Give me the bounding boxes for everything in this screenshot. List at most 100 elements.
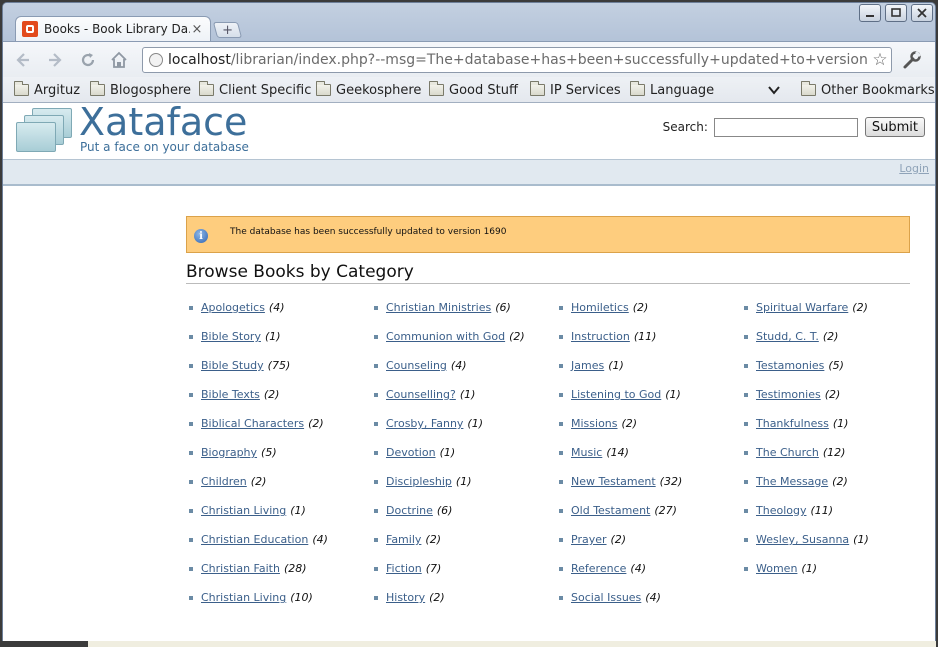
category-link[interactable]: Biography	[201, 446, 257, 459]
category-item: Social Issues (4)	[559, 591, 661, 604]
category-link[interactable]: Discipleship	[386, 475, 452, 488]
category-count: (28)	[283, 562, 307, 575]
bookmark-folder[interactable]: Blogosphere	[90, 81, 191, 99]
category-link[interactable]: Fiction	[386, 562, 422, 575]
chevron-down-icon[interactable]	[767, 83, 781, 97]
category-link[interactable]: Devotion	[386, 446, 436, 459]
reload-button[interactable]	[76, 49, 100, 71]
folder-icon	[14, 81, 29, 96]
bookmark-folder[interactable]: Language	[630, 81, 714, 99]
bookmark-folder[interactable]: IP Services	[530, 81, 621, 99]
folder-icon	[801, 81, 816, 96]
logo-text: Xataface	[79, 103, 248, 144]
category-link[interactable]: Thankfulness	[756, 417, 829, 430]
bookmark-folder-other[interactable]: Other Bookmarks	[801, 81, 935, 99]
category-link[interactable]: New Testament	[571, 475, 656, 488]
heading-divider	[186, 283, 910, 284]
tab-close-icon[interactable]: ×	[190, 22, 204, 37]
bullet-icon	[374, 450, 378, 455]
bookmark-folder[interactable]: Geekosphere	[316, 81, 421, 99]
bullet-icon	[559, 537, 563, 542]
back-arrow-icon	[16, 53, 29, 67]
category-link[interactable]: Music	[571, 446, 602, 459]
folder-icon	[630, 81, 645, 96]
reload-icon	[81, 53, 95, 67]
category-link[interactable]: Counselling?	[386, 388, 456, 401]
bullet-icon	[374, 305, 378, 310]
category-link[interactable]: Old Testament	[571, 504, 650, 517]
category-link[interactable]: Crosby, Fanny	[386, 417, 463, 430]
xataface-logo[interactable]: Xataface Put a face on your database	[16, 103, 256, 156]
category-link[interactable]: Bible Study	[201, 359, 264, 372]
forward-button[interactable]	[43, 49, 67, 71]
category-link[interactable]: Theology	[756, 504, 806, 517]
category-count: (1)	[608, 359, 624, 372]
category-item: Discipleship (1)	[374, 475, 472, 488]
category-link[interactable]: Studd, C. T.	[756, 330, 819, 343]
category-link[interactable]: Testamonies	[756, 359, 824, 372]
bookmark-folder[interactable]: Good Stuff	[429, 81, 518, 99]
search-form: Search: Submit	[663, 117, 925, 137]
category-link[interactable]: Women	[756, 562, 797, 575]
bookmark-star-icon[interactable]: ☆	[869, 50, 891, 70]
bookmark-folder[interactable]: Argituz	[14, 81, 80, 99]
address-bar[interactable]: localhost/librarian/index.php?--msg=The+…	[142, 47, 892, 73]
category-count: (2)	[610, 533, 627, 546]
bullet-icon	[744, 421, 748, 426]
category-link[interactable]: Testimonies	[756, 388, 821, 401]
category-link[interactable]: The Church	[756, 446, 819, 459]
close-window-button[interactable]	[911, 4, 933, 22]
bullet-icon	[189, 334, 193, 339]
info-icon: i	[194, 229, 208, 243]
category-link[interactable]: Christian Education	[201, 533, 308, 546]
category-link[interactable]: Doctrine	[386, 504, 433, 517]
category-link[interactable]: Bible Texts	[201, 388, 260, 401]
category-link[interactable]: Children	[201, 475, 247, 488]
category-item: Old Testament (27)	[559, 504, 677, 517]
category-link[interactable]: Biblical Characters	[201, 417, 304, 430]
bookmark-folder[interactable]: Client Specific	[199, 81, 311, 99]
wrench-icon[interactable]	[901, 50, 923, 70]
back-button[interactable]	[11, 49, 35, 71]
category-item: Missions (2)	[559, 417, 637, 430]
category-count: (27)	[654, 504, 677, 517]
category-link[interactable]: The Message	[756, 475, 828, 488]
category-link[interactable]: Christian Ministries	[386, 301, 491, 314]
category-link[interactable]: Prayer	[571, 533, 607, 546]
page-icon	[149, 53, 163, 67]
category-link[interactable]: Social Issues	[571, 591, 641, 604]
folder-icon	[199, 81, 214, 96]
category-link[interactable]: Missions	[571, 417, 618, 430]
category-link[interactable]: Bible Story	[201, 330, 261, 343]
category-link[interactable]: Reference	[571, 562, 626, 575]
category-count: (11)	[810, 504, 834, 517]
category-item: Thankfulness (1)	[744, 417, 848, 430]
category-link[interactable]: Counseling	[386, 359, 447, 372]
category-link[interactable]: Homiletics	[571, 301, 629, 314]
home-button[interactable]	[107, 49, 131, 71]
search-input[interactable]	[713, 117, 858, 137]
category-link[interactable]: History	[386, 591, 425, 604]
category-link[interactable]: Spiritual Warfare	[756, 301, 848, 314]
category-link[interactable]: Apologetics	[201, 301, 265, 314]
category-count: (4)	[645, 591, 661, 604]
minimize-button[interactable]	[859, 4, 881, 22]
category-link[interactable]: Instruction	[571, 330, 630, 343]
category-item: Studd, C. T. (2)	[744, 330, 838, 343]
category-item: Wesley, Susanna (1)	[744, 533, 869, 546]
maximize-button[interactable]	[885, 4, 907, 22]
category-link[interactable]: Christian Faith	[201, 562, 280, 575]
new-tab-button[interactable]: +	[212, 22, 243, 38]
category-count: (1)	[832, 417, 849, 430]
category-link[interactable]: James	[571, 359, 604, 372]
login-link[interactable]: Login	[899, 162, 929, 175]
submit-button[interactable]: Submit	[864, 117, 925, 137]
category-item: Christian Education (4)	[189, 533, 328, 546]
category-link[interactable]: Listening to God	[571, 388, 661, 401]
browser-tab[interactable]: Books - Book Library Da... ×	[15, 16, 211, 41]
category-link[interactable]: Wesley, Susanna	[756, 533, 849, 546]
category-link[interactable]: Communion with God	[386, 330, 505, 343]
category-link[interactable]: Christian Living	[201, 504, 286, 517]
category-link[interactable]: Family	[386, 533, 421, 546]
category-link[interactable]: Christian Living	[201, 591, 286, 604]
